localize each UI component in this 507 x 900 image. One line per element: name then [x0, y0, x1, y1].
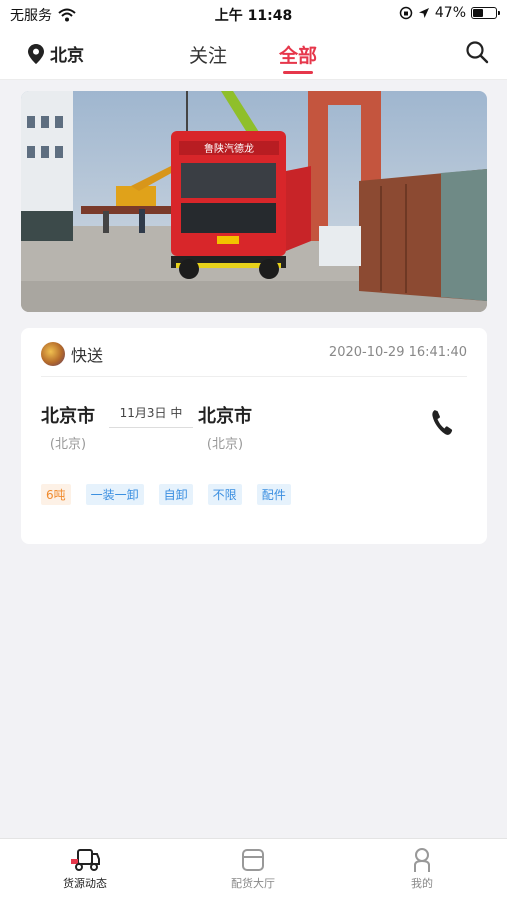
route: 北京市 (北京) 11月3日 中 北京市 (北京): [41, 402, 441, 462]
tag-length: 不限: [207, 484, 242, 505]
tab-follow-label: 关注: [189, 45, 228, 67]
wifi-icon: [58, 8, 76, 22]
tag-truck-type: 自卸: [158, 484, 193, 505]
destination-city: 北京市: [198, 406, 252, 427]
tab-all[interactable]: 全部: [279, 41, 318, 74]
tag-weight: 6吨: [41, 484, 71, 505]
route-line: [109, 427, 193, 428]
sender-name: 快送: [71, 346, 104, 365]
card-divider: [41, 376, 467, 377]
carrier-area: 无服务: [10, 5, 76, 25]
origin-province: (北京): [49, 437, 87, 452]
banner-image[interactable]: 鲁陕汽德龙: [21, 91, 487, 312]
cargo-tags: 6吨 一装一卸 自卸 不限 配件: [41, 484, 291, 505]
status-right: 47%: [399, 5, 500, 21]
avatar: [41, 342, 65, 366]
route-destination: 北京市 (北京): [198, 402, 252, 452]
search-icon[interactable]: [465, 40, 489, 64]
tab-follow[interactable]: 关注: [189, 41, 227, 68]
tab-profile[interactable]: 我的: [372, 847, 472, 891]
active-tab-indicator: [283, 71, 314, 74]
battery-icon: [471, 7, 500, 19]
route-origin: 北京市 (北京): [41, 402, 95, 452]
truck-photo: 鲁陕汽德龙: [21, 91, 487, 312]
cargo-card[interactable]: 快送 2020-10-29 16:41:40 北京市 (北京) 11月3日 中 …: [21, 328, 487, 544]
truck-icon: [71, 849, 100, 871]
tab-dispatch-hall-label: 配货大厅: [231, 877, 275, 890]
carrier-label: 无服务: [10, 8, 52, 24]
box-icon: [242, 849, 264, 871]
location-arrow-icon: [418, 8, 429, 18]
route-date: 11月3日 中: [109, 404, 193, 428]
tag-load-unload: 一装一卸: [85, 484, 144, 505]
phone-icon[interactable]: [431, 408, 453, 436]
sender-info: 快送: [41, 342, 103, 366]
truck-banner-text: 鲁陕汽德龙: [204, 142, 254, 155]
tab-all-label: 全部: [279, 45, 318, 67]
loading-date: 11月3日 中: [119, 406, 183, 420]
tab-cargo-feed[interactable]: 货源动态: [35, 847, 135, 891]
user-icon: [414, 848, 430, 872]
tab-cargo-feed-label: 货源动态: [63, 877, 107, 890]
status-bar: 无服务 上午 11:48 47%: [0, 0, 507, 28]
tab-profile-label: 我的: [411, 877, 433, 890]
battery-percent: 47%: [434, 5, 466, 21]
origin-city: 北京市: [41, 406, 95, 427]
battery-fill: [473, 9, 483, 17]
bottom-tab-bar: 货源动态 配货大厅 我的: [0, 838, 507, 900]
location-label: 北京: [50, 46, 84, 66]
destination-province: (北京): [206, 437, 244, 452]
post-datetime: 2020-10-29 16:41:40: [328, 345, 467, 360]
tab-dispatch-hall[interactable]: 配货大厅: [203, 847, 303, 891]
nav-bar: 北京 关注 全部: [0, 28, 507, 80]
orientation-lock-icon: [399, 6, 413, 20]
location-selector[interactable]: 北京: [28, 41, 84, 66]
tag-cargo-type: 配件: [256, 484, 291, 505]
location-pin-icon: [28, 43, 44, 64]
